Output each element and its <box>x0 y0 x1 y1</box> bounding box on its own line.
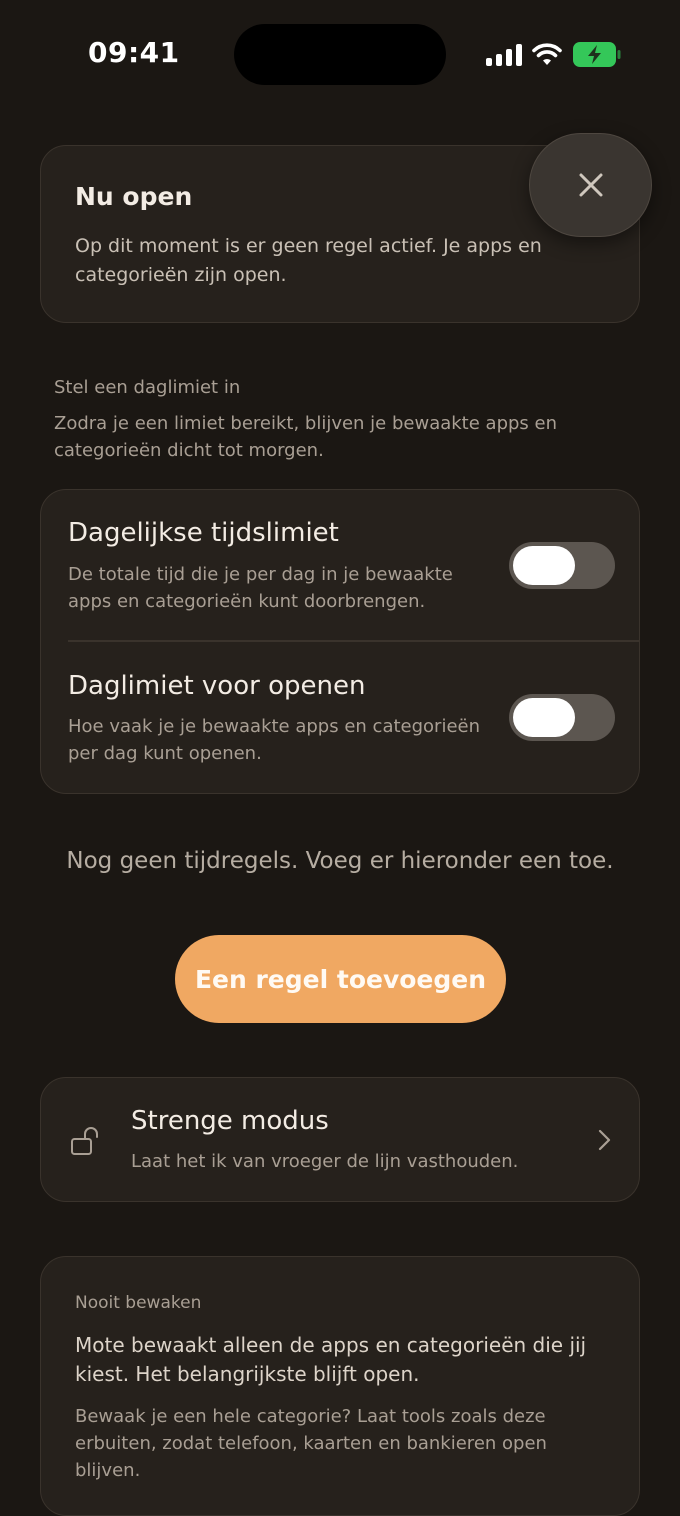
battery-charging-icon <box>573 42 621 67</box>
dynamic-island <box>234 24 446 85</box>
strict-mode-row[interactable] <box>40 1077 640 1202</box>
never-guard-title: Nooit bewaken <box>75 1293 202 1313</box>
wifi-icon <box>532 43 562 65</box>
daily-open-limit-toggle[interactable] <box>509 694 615 741</box>
close-button[interactable] <box>529 133 652 237</box>
daily-time-limit-toggle[interactable] <box>509 542 615 589</box>
daily-open-limit-title: Daglimiet voor openen <box>68 671 366 701</box>
daily-time-limit-title: Dagelijkse tijdslimiet <box>68 518 339 548</box>
daily-open-limit-description: Hoe vaak je je bewaakte apps en categori… <box>68 716 480 764</box>
chevron-right-icon <box>598 1129 611 1151</box>
daily-limit-section-description: Zodra je een limiet bereikt, blijven je … <box>54 413 557 461</box>
strict-mode-description: Laat het ik van vroeger de lijn vasthoud… <box>131 1151 519 1172</box>
strict-mode-title: Strenge modus <box>131 1106 329 1136</box>
never-guard-note: Bewaak je een hele categorie? Laat tools… <box>75 1406 547 1481</box>
unlock-icon <box>71 1127 98 1155</box>
daily-limit-section-title: Stel een daglimiet in <box>54 377 241 398</box>
never-guard-paragraph: Mote bewaakt alleen de apps en categorie… <box>75 1333 587 1386</box>
row-divider <box>68 640 640 642</box>
open-status-description: Op dit moment is er geen regel actief. J… <box>75 235 542 286</box>
toggle-knob <box>513 698 575 737</box>
open-status-title: Nu open <box>75 182 193 211</box>
toggle-knob <box>513 546 575 585</box>
close-icon <box>579 173 602 197</box>
daily-time-limit-description: De totale tijd die je per dag in je bewa… <box>68 564 453 612</box>
cellular-signal-icon <box>486 44 522 66</box>
empty-rules-message: Nog geen tijdregels. Voeg er hieronder e… <box>66 848 614 874</box>
status-time: 09:41 <box>88 36 180 69</box>
add-rule-button[interactable]: Een regel toevoegen <box>175 935 506 1023</box>
